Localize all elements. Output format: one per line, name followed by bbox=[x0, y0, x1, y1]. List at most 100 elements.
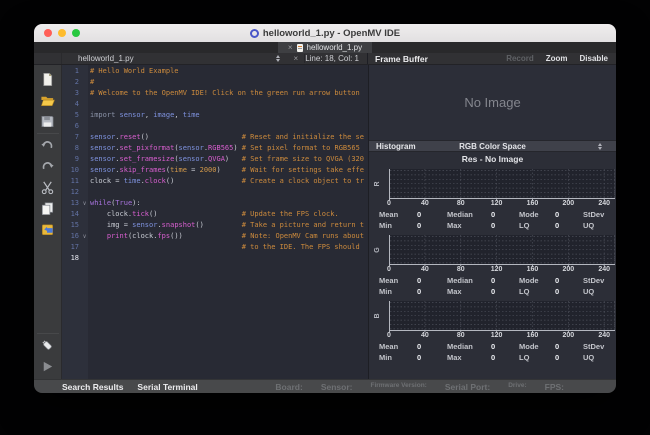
new-file-button[interactable] bbox=[38, 69, 58, 90]
open-file-selector[interactable]: helloworld_1.py bbox=[62, 54, 134, 63]
redo-icon bbox=[40, 159, 55, 174]
stat-label: StDev bbox=[583, 210, 616, 219]
code-line: 14 clock.tick() # Update the FPS clock. bbox=[62, 209, 368, 220]
disable-button[interactable]: Disable bbox=[580, 54, 608, 63]
stat-label: Median bbox=[447, 276, 491, 285]
fold-spacer bbox=[79, 253, 90, 264]
cut-button[interactable] bbox=[38, 177, 58, 198]
code-text: while(True): bbox=[90, 198, 141, 209]
stat-label: LQ bbox=[519, 221, 555, 230]
code-line: 16∨ print(clock.fps()) # Note: OpenMV Ca… bbox=[62, 231, 368, 242]
tick-label: 0 bbox=[387, 266, 391, 273]
color-space-updown-icon[interactable] bbox=[598, 143, 608, 150]
stat-label: Max bbox=[447, 353, 491, 362]
stat-label: Median bbox=[447, 210, 491, 219]
tick-label: 160 bbox=[527, 200, 539, 207]
channel-G-chart: G bbox=[389, 235, 614, 265]
openmv-ide-window: helloworld_1.py - OpenMV IDE × helloworl… bbox=[34, 24, 616, 393]
run-script-button[interactable] bbox=[38, 356, 58, 377]
code-line: 13∨while(True): bbox=[62, 198, 368, 209]
stat-label: Mode bbox=[519, 210, 555, 219]
zoom-button[interactable]: Zoom bbox=[546, 54, 568, 63]
window-controls bbox=[44, 29, 80, 37]
line-number: 8 bbox=[62, 143, 79, 154]
line-number: 12 bbox=[62, 187, 79, 198]
color-space-select[interactable]: RGB Color Space bbox=[369, 142, 616, 151]
search-results-tab[interactable]: Search Results bbox=[62, 382, 123, 392]
line-number: 1 bbox=[62, 66, 79, 77]
code-line: 9sensor.set_framesize(sensor.QVGA) # Set… bbox=[62, 154, 368, 165]
histogram-channel-R: R04080120160200240Mean0Median0Mode0StDev… bbox=[369, 165, 616, 231]
titlebar[interactable]: helloworld_1.py - OpenMV IDE bbox=[34, 24, 616, 42]
tick-label: 80 bbox=[457, 266, 465, 273]
stat-value: 0 bbox=[555, 221, 583, 230]
channel-axis-label: G bbox=[374, 247, 381, 252]
stat-value: 0 bbox=[491, 342, 519, 351]
tick-label: 200 bbox=[563, 266, 575, 273]
toolbar bbox=[34, 65, 62, 379]
tab-close-icon[interactable]: × bbox=[288, 44, 293, 52]
connect-button[interactable] bbox=[38, 335, 58, 356]
serial-terminal-tab[interactable]: Serial Terminal bbox=[137, 382, 197, 392]
stat-value: 0 bbox=[491, 276, 519, 285]
fold-spacer bbox=[79, 143, 90, 154]
copy-button[interactable] bbox=[38, 198, 58, 219]
line-number: 9 bbox=[62, 154, 79, 165]
line-number: 15 bbox=[62, 220, 79, 231]
fold-spacer bbox=[79, 220, 90, 231]
connect-icon bbox=[40, 338, 55, 353]
fold-marker-icon[interactable]: ∨ bbox=[79, 231, 90, 242]
stat-label: Max bbox=[447, 287, 491, 296]
fold-spacer bbox=[79, 176, 90, 187]
stat-value: 0 bbox=[491, 210, 519, 219]
zoom-window-button[interactable] bbox=[72, 29, 80, 37]
stat-value: 0 bbox=[491, 353, 519, 362]
code-editor[interactable]: 1# Hello World Example2#3# Welcome to th… bbox=[62, 65, 368, 379]
channel-axis-label: B bbox=[374, 313, 381, 318]
status-field-firmware-version: Firmware Version: bbox=[370, 382, 426, 392]
line-number: 18 bbox=[62, 253, 79, 264]
histogram-channel-B: B04080120160200240Mean0Median0Mode0StDev… bbox=[369, 297, 616, 363]
document-tabstrip: × helloworld_1.py bbox=[34, 42, 616, 53]
fold-marker-icon[interactable]: ∨ bbox=[79, 198, 90, 209]
tick-label: 160 bbox=[527, 332, 539, 339]
status-bar: Search Results Serial Terminal Board:Sen… bbox=[34, 379, 616, 393]
open-file-button[interactable] bbox=[38, 90, 58, 111]
fold-spacer bbox=[79, 110, 90, 121]
resolution-label: Res - No Image bbox=[369, 152, 616, 165]
frame-buffer-view: No Image bbox=[369, 65, 616, 140]
code-text: sensor.reset() # Reset and initialize th… bbox=[90, 132, 364, 143]
record-button[interactable]: Record bbox=[506, 54, 534, 63]
save-file-button[interactable] bbox=[38, 111, 58, 132]
code-text: img = sensor.snapshot() # Take a picture… bbox=[90, 220, 364, 231]
stat-label: UQ bbox=[583, 287, 616, 296]
stat-label: Median bbox=[447, 342, 491, 351]
undo-button[interactable] bbox=[38, 135, 58, 156]
redo-button[interactable] bbox=[38, 156, 58, 177]
line-number: 14 bbox=[62, 209, 79, 220]
play-icon bbox=[40, 359, 55, 374]
no-image-placeholder: No Image bbox=[464, 95, 520, 110]
line-col-indicator: Line: 18, Col: 1 bbox=[305, 54, 367, 63]
document-tab[interactable]: × helloworld_1.py bbox=[278, 42, 372, 53]
tick-label: 160 bbox=[527, 266, 539, 273]
code-line: 3# Welcome to the OpenMV IDE! Click on t… bbox=[62, 88, 368, 99]
stat-value: 0 bbox=[555, 342, 583, 351]
stat-value: 0 bbox=[417, 276, 447, 285]
paste-button[interactable] bbox=[38, 219, 58, 240]
line-number: 16 bbox=[62, 231, 79, 242]
tick-label: 240 bbox=[598, 200, 610, 207]
code-text: clock = time.clock() # Create a clock ob… bbox=[90, 176, 364, 187]
scissors-icon bbox=[40, 180, 55, 195]
stat-value: 0 bbox=[491, 287, 519, 296]
editor-close-icon[interactable]: × bbox=[288, 54, 306, 63]
file-selector-updown-icon[interactable] bbox=[276, 55, 280, 62]
line-number: 17 bbox=[62, 242, 79, 253]
line-number: 6 bbox=[62, 121, 79, 132]
close-window-button[interactable] bbox=[44, 29, 52, 37]
tick-label: 200 bbox=[563, 332, 575, 339]
minimize-window-button[interactable] bbox=[58, 29, 66, 37]
line-number: 7 bbox=[62, 132, 79, 143]
tick-label: 120 bbox=[491, 332, 503, 339]
tick-label: 120 bbox=[491, 266, 503, 273]
